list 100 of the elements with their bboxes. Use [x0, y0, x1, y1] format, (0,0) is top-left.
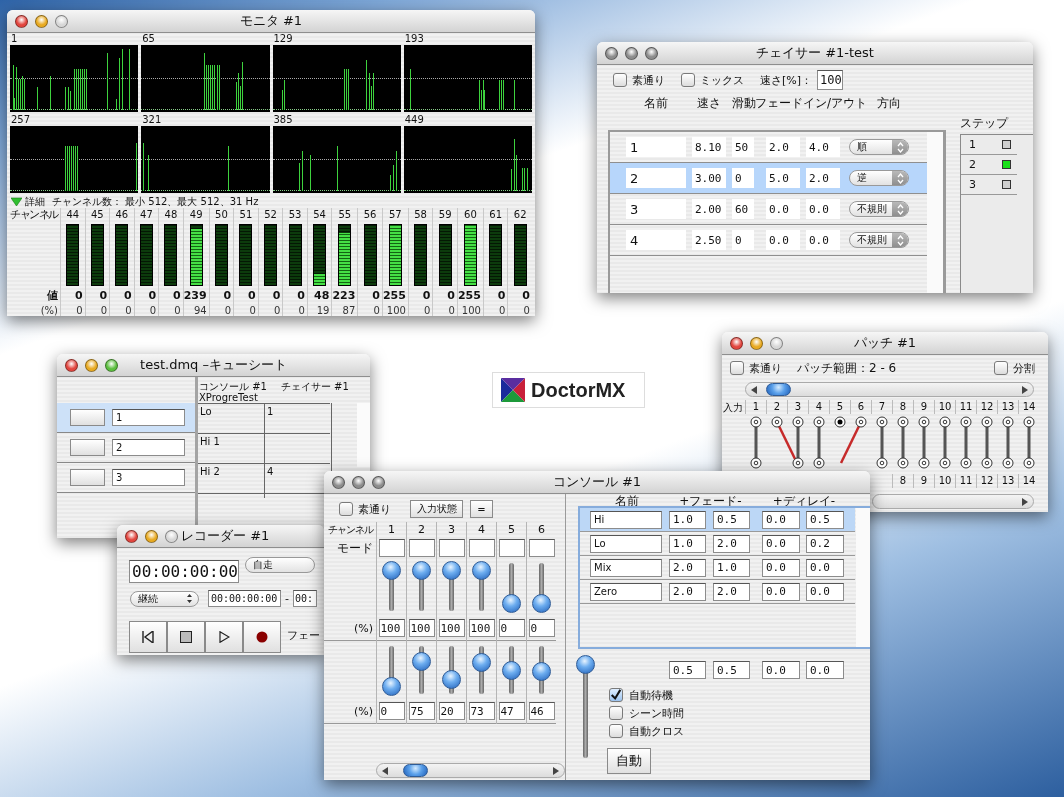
- details-label[interactable]: 詳細: [25, 194, 45, 209]
- name-field[interactable]: 2: [626, 168, 686, 188]
- zoom-button[interactable]: [645, 46, 658, 60]
- scroll-left-button[interactable]: [750, 385, 758, 394]
- speed-field[interactable]: 2.00: [692, 199, 726, 219]
- cue-button[interactable]: [70, 469, 105, 486]
- total-field[interactable]: 0.0: [762, 661, 800, 679]
- vertical-slider[interactable]: [412, 644, 431, 696]
- mode-field[interactable]: [438, 539, 465, 557]
- fade-in-field[interactable]: 1.0: [669, 510, 706, 529]
- patch-cord[interactable]: [792, 416, 804, 469]
- slider-thumb[interactable]: [442, 670, 461, 690]
- percent-field[interactable]: 75: [408, 702, 435, 720]
- checkbox[interactable]: [609, 688, 623, 702]
- patch-cord[interactable]: [1002, 416, 1014, 469]
- total-field[interactable]: 0.5: [669, 661, 706, 679]
- slider-thumb[interactable]: [502, 594, 521, 613]
- scene-row[interactable]: Zero 2.0 2.0 0.0 0.0: [580, 580, 855, 604]
- patch-cord[interactable]: [813, 416, 825, 469]
- equals-button[interactable]: =: [470, 500, 493, 518]
- mode-field[interactable]: [528, 539, 555, 557]
- scene-name-field[interactable]: Mix: [590, 558, 662, 577]
- scene-name-field[interactable]: Hi: [590, 510, 662, 529]
- scrollbar-thumb[interactable]: [403, 764, 428, 777]
- slide-field[interactable]: 0: [732, 168, 754, 188]
- fade-in-field[interactable]: 5.0: [766, 168, 800, 188]
- scroll-track[interactable]: [927, 132, 943, 293]
- minimize-button[interactable]: [35, 14, 48, 28]
- speed-field[interactable]: 100: [817, 70, 844, 90]
- close-button[interactable]: [332, 475, 345, 489]
- cue-row[interactable]: 1: [57, 403, 195, 433]
- percent-field[interactable]: 100: [438, 619, 465, 637]
- timecode-field[interactable]: 00:00:00:00: [129, 560, 239, 583]
- percent-field[interactable]: 73: [468, 702, 495, 720]
- speed-field[interactable]: 8.10: [692, 137, 726, 157]
- auto-button[interactable]: 自動: [607, 748, 651, 774]
- delay-out-field[interactable]: 0.0: [806, 582, 844, 601]
- zoom-button[interactable]: [55, 14, 68, 28]
- fade-in-field[interactable]: 0.0: [766, 199, 800, 219]
- slider-thumb[interactable]: [442, 561, 461, 580]
- scene-row[interactable]: Lo 1.0 2.0 0.0 0.2: [580, 532, 855, 556]
- minimize-button[interactable]: [85, 358, 98, 372]
- slider-thumb[interactable]: [532, 594, 551, 613]
- fade-out-field[interactable]: 0.5: [713, 510, 750, 529]
- vertical-slider[interactable]: [532, 644, 551, 696]
- fade-out-field[interactable]: 2.0: [713, 582, 750, 601]
- fade-out-field[interactable]: 1.0: [713, 558, 750, 577]
- close-button[interactable]: [65, 358, 78, 372]
- scroll-track[interactable]: [856, 508, 870, 647]
- percent-field[interactable]: 100: [378, 619, 405, 637]
- fade-in-field[interactable]: 2.0: [669, 558, 706, 577]
- fade-in-field[interactable]: 2.0: [766, 137, 800, 157]
- patch-cord[interactable]: [897, 416, 909, 469]
- start-time-field[interactable]: 00:00:00:00: [208, 590, 281, 607]
- checkbox[interactable]: [613, 73, 627, 87]
- fade-out-field[interactable]: 0.0: [806, 230, 840, 250]
- patch-cord[interactable]: [960, 416, 972, 469]
- total-field[interactable]: 0.5: [713, 661, 750, 679]
- percent-field[interactable]: 0: [528, 619, 555, 637]
- cue-row[interactable]: 2: [57, 433, 195, 463]
- slider-thumb[interactable]: [382, 561, 401, 580]
- percent-field[interactable]: 47: [498, 702, 525, 720]
- checkbox[interactable]: [681, 73, 695, 87]
- direction-popup[interactable]: 逆: [849, 170, 909, 186]
- zoom-button[interactable]: [372, 475, 385, 489]
- minimize-button[interactable]: [750, 336, 763, 350]
- slider-thumb[interactable]: [472, 652, 491, 672]
- slider-thumb[interactable]: [532, 661, 551, 681]
- percent-field[interactable]: 100: [468, 619, 495, 637]
- minimize-button[interactable]: [625, 46, 638, 60]
- slider-thumb[interactable]: [412, 561, 431, 580]
- checkbox[interactable]: [994, 361, 1009, 375]
- name-field[interactable]: 4: [626, 230, 686, 250]
- close-button[interactable]: [730, 336, 743, 350]
- mode-field[interactable]: [468, 539, 495, 557]
- horizontal-scrollbar[interactable]: [376, 763, 565, 778]
- rewind-button[interactable]: [129, 621, 167, 653]
- vertical-slider[interactable]: [532, 561, 551, 613]
- scene-row[interactable]: Mix 2.0 1.0 0.0 0.0: [580, 556, 855, 580]
- vertical-slider[interactable]: [382, 644, 401, 696]
- patch-cord[interactable]: [939, 416, 951, 469]
- disclosure-triangle-icon[interactable]: [11, 196, 22, 207]
- fade-out-field[interactable]: 2.0: [713, 534, 750, 553]
- scroll-right-button[interactable]: [1021, 497, 1029, 506]
- percent-field[interactable]: 46: [528, 702, 555, 720]
- mode-field[interactable]: [408, 539, 435, 557]
- slide-field[interactable]: 50: [732, 137, 754, 157]
- horizontal-scrollbar[interactable]: [872, 494, 1034, 509]
- delay-out-field[interactable]: 0.0: [806, 558, 844, 577]
- speed-field[interactable]: 3.00: [692, 168, 726, 188]
- vertical-slider[interactable]: [382, 561, 401, 613]
- speed-field[interactable]: 2.50: [692, 230, 726, 250]
- delay-in-field[interactable]: 0.0: [762, 558, 800, 577]
- cue-name-field[interactable]: 2: [112, 439, 185, 456]
- scene-row[interactable]: Hi 1.0 0.5 0.0 0.5: [580, 508, 855, 532]
- scroll-track[interactable]: [357, 403, 370, 467]
- slide-field[interactable]: 0: [732, 230, 754, 250]
- direction-popup[interactable]: 不規則: [849, 232, 909, 248]
- fade-in-field[interactable]: 1.0: [669, 534, 706, 553]
- vertical-slider[interactable]: [502, 644, 521, 696]
